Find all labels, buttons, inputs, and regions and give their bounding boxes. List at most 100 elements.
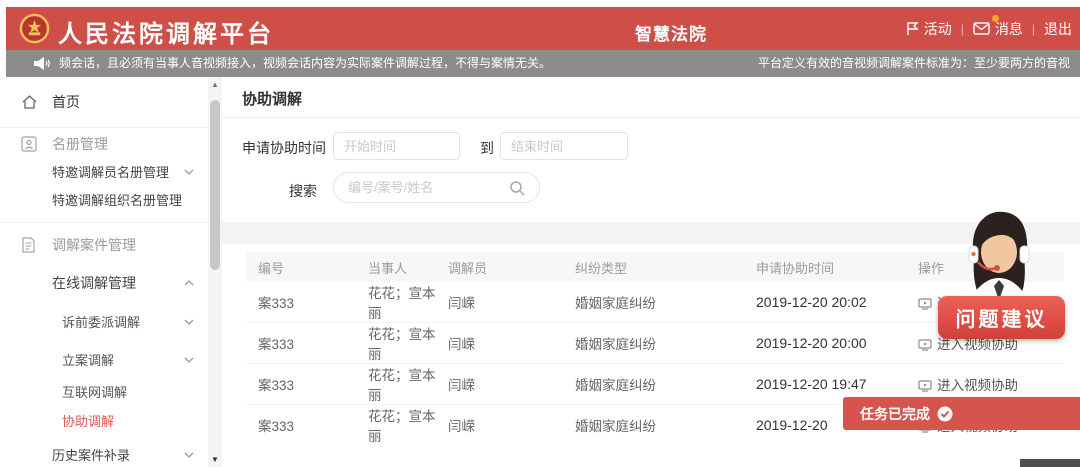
video-assist-icon [918, 339, 932, 351]
scroll-corner [1020, 459, 1080, 467]
sidebar-item-label: 名册管理 [52, 136, 108, 152]
cell-code: 案333 [246, 323, 368, 364]
cell-mediator: 闫嵘 [448, 323, 575, 364]
sidebar-group-cases[interactable]: 调解案件管理 [0, 234, 208, 256]
sidebar-item-label: 诉前委派调解 [62, 315, 140, 330]
end-time-input[interactable] [500, 132, 628, 160]
nav-logout-label: 退出 [1044, 19, 1072, 39]
sidebar-divider [0, 222, 208, 223]
col-time: 申请协助时间 [756, 252, 918, 282]
notice-bar: 频会话，且必须有当事人音视频接入，视频会话内容为实际案件调解过程，不得与案情无关… [6, 50, 1080, 77]
search-label: 搜索 [289, 181, 317, 201]
video-assist-icon [918, 380, 932, 392]
sidebar-item-label: 协助调解 [62, 414, 114, 429]
sidebar-item-label: 互联网调解 [62, 385, 127, 400]
customer-service-avatar[interactable] [956, 208, 1042, 302]
cell-mediator: 闫嵘 [448, 364, 575, 405]
video-assist-icon [918, 298, 932, 310]
start-time-input[interactable] [333, 132, 460, 160]
section-gap [222, 222, 1080, 244]
scroll-up-arrow[interactable]: ▲ [208, 80, 222, 89]
cell-code: 案333 [246, 364, 368, 405]
notice-text-left: 频会话，且必须有当事人音视频接入，视频会话内容为实际案件调解过程，不得与案情无关… [59, 50, 551, 77]
sidebar-item-internet-mediation[interactable]: 互联网调解 [0, 381, 208, 403]
scrollbar-thumb[interactable] [210, 100, 220, 270]
home-icon [21, 94, 38, 110]
cell-dispute: 婚姻家庭纠纷 [575, 323, 756, 364]
sidebar-item-label: 立案调解 [62, 353, 114, 368]
sidebar-item-label: 首页 [52, 94, 80, 110]
sidebar-divider [0, 127, 208, 128]
sidebar-item-label: 特邀调解员名册管理 [52, 165, 169, 180]
feedback-button[interactable]: 问题建议 [938, 296, 1065, 339]
sidebar-scrollbar[interactable]: ▲ ▼ [208, 77, 222, 467]
page-title: 人民法院调解平台 [58, 14, 274, 49]
cell-code: 案333 [246, 282, 368, 323]
roster-person-icon [21, 136, 37, 152]
app-window: 人民法院调解平台 智慧法院 活动 | 消息 | 退出 [0, 0, 1080, 467]
cell-dispute: 婚姻家庭纠纷 [575, 282, 756, 323]
sidebar-item-mediator-roster[interactable]: 特邀调解员名册管理 [0, 161, 208, 183]
nav-divider: | [1032, 22, 1035, 36]
sidebar-item-presuit-mediation[interactable]: 诉前委派调解 [0, 311, 208, 333]
sidebar: 首页 名册管理 特邀调解员名册管理 特邀调解组织名册管理 调解案件管理 [0, 77, 208, 467]
col-code: 编号 [246, 252, 368, 282]
mail-icon [973, 22, 990, 35]
sidebar-item-online-mediation[interactable]: 在线调解管理 [0, 272, 208, 294]
chevron-down-icon [184, 319, 194, 325]
scroll-down-arrow[interactable]: ▼ [208, 455, 222, 464]
cell-code: 案333 [246, 405, 368, 446]
enter-video-label: 进入视频协助 [937, 378, 1018, 393]
cell-time: 2019-12-20 20:00 [756, 323, 918, 364]
chevron-down-icon [184, 357, 194, 363]
sidebar-item-history-supplement[interactable]: 历史案件补录 [0, 444, 208, 466]
task-complete-toast: 任务已完成 [843, 397, 1080, 430]
message-badge-dot [992, 15, 999, 22]
sidebar-item-label: 历史案件补录 [52, 448, 130, 463]
search-input[interactable] [348, 173, 508, 202]
chevron-up-icon [184, 280, 194, 286]
court-emblem-logo [19, 13, 50, 44]
smart-court-title: 智慧法院 [635, 20, 707, 45]
chevron-down-icon [184, 452, 194, 458]
cell-parties: 花花；宣本丽 [368, 323, 448, 364]
search-icon[interactable] [509, 180, 525, 196]
nav-messages[interactable]: 消息 [973, 19, 1023, 39]
to-label: 到 [480, 138, 494, 158]
cell-parties: 花花；宣本丽 [368, 364, 448, 405]
nav-activity[interactable]: 活动 [905, 19, 952, 39]
toast-label: 任务已完成 [860, 404, 930, 424]
notice-text-right: 平台定义有效的音视频调解案件标准为：至少要两方的音视 [758, 50, 1070, 77]
check-circle-icon [937, 406, 953, 422]
table-header-row: 编号 当事人 调解员 纠纷类型 申请协助时间 操作 [246, 252, 1064, 282]
search-box [333, 172, 540, 203]
enter-video-label: 进入视频协助 [937, 337, 1018, 352]
time-filter-label: 申请协助时间 [242, 138, 326, 158]
nav-activity-label: 活动 [924, 19, 952, 39]
section-title: 协助调解 [242, 88, 302, 109]
nav-logout[interactable]: 退出 [1044, 19, 1072, 39]
cell-time: 2019-12-20 20:02 [756, 282, 918, 323]
cell-dispute: 婚姻家庭纠纷 [575, 364, 756, 405]
cell-parties: 花花；宣本丽 [368, 405, 448, 446]
col-parties: 当事人 [368, 252, 448, 282]
top-header: 人民法院调解平台 智慧法院 活动 | 消息 | 退出 [6, 7, 1080, 50]
cell-mediator: 闫嵘 [448, 282, 575, 323]
document-icon [21, 237, 36, 253]
cell-mediator: 闫嵘 [448, 405, 575, 446]
sidebar-item-filing-mediation[interactable]: 立案调解 [0, 349, 208, 371]
sidebar-group-roster[interactable]: 名册管理 [0, 133, 208, 155]
sidebar-item-org-roster[interactable]: 特邀调解组织名册管理 [0, 189, 208, 211]
cell-dispute: 婚姻家庭纠纷 [575, 405, 756, 446]
sidebar-item-label: 特邀调解组织名册管理 [52, 193, 182, 208]
sidebar-item-label: 在线调解管理 [52, 275, 136, 291]
flag-icon [905, 21, 919, 36]
cell-parties: 花花；宣本丽 [368, 282, 448, 323]
nav-messages-label: 消息 [995, 19, 1023, 39]
sidebar-item-label: 调解案件管理 [52, 237, 136, 253]
col-dispute: 纠纷类型 [575, 252, 756, 282]
nav-divider: | [961, 22, 964, 36]
speaker-icon [33, 56, 50, 71]
sidebar-item-assist-mediation[interactable]: 协助调解 [0, 410, 208, 432]
sidebar-item-home[interactable]: 首页 [0, 91, 208, 113]
